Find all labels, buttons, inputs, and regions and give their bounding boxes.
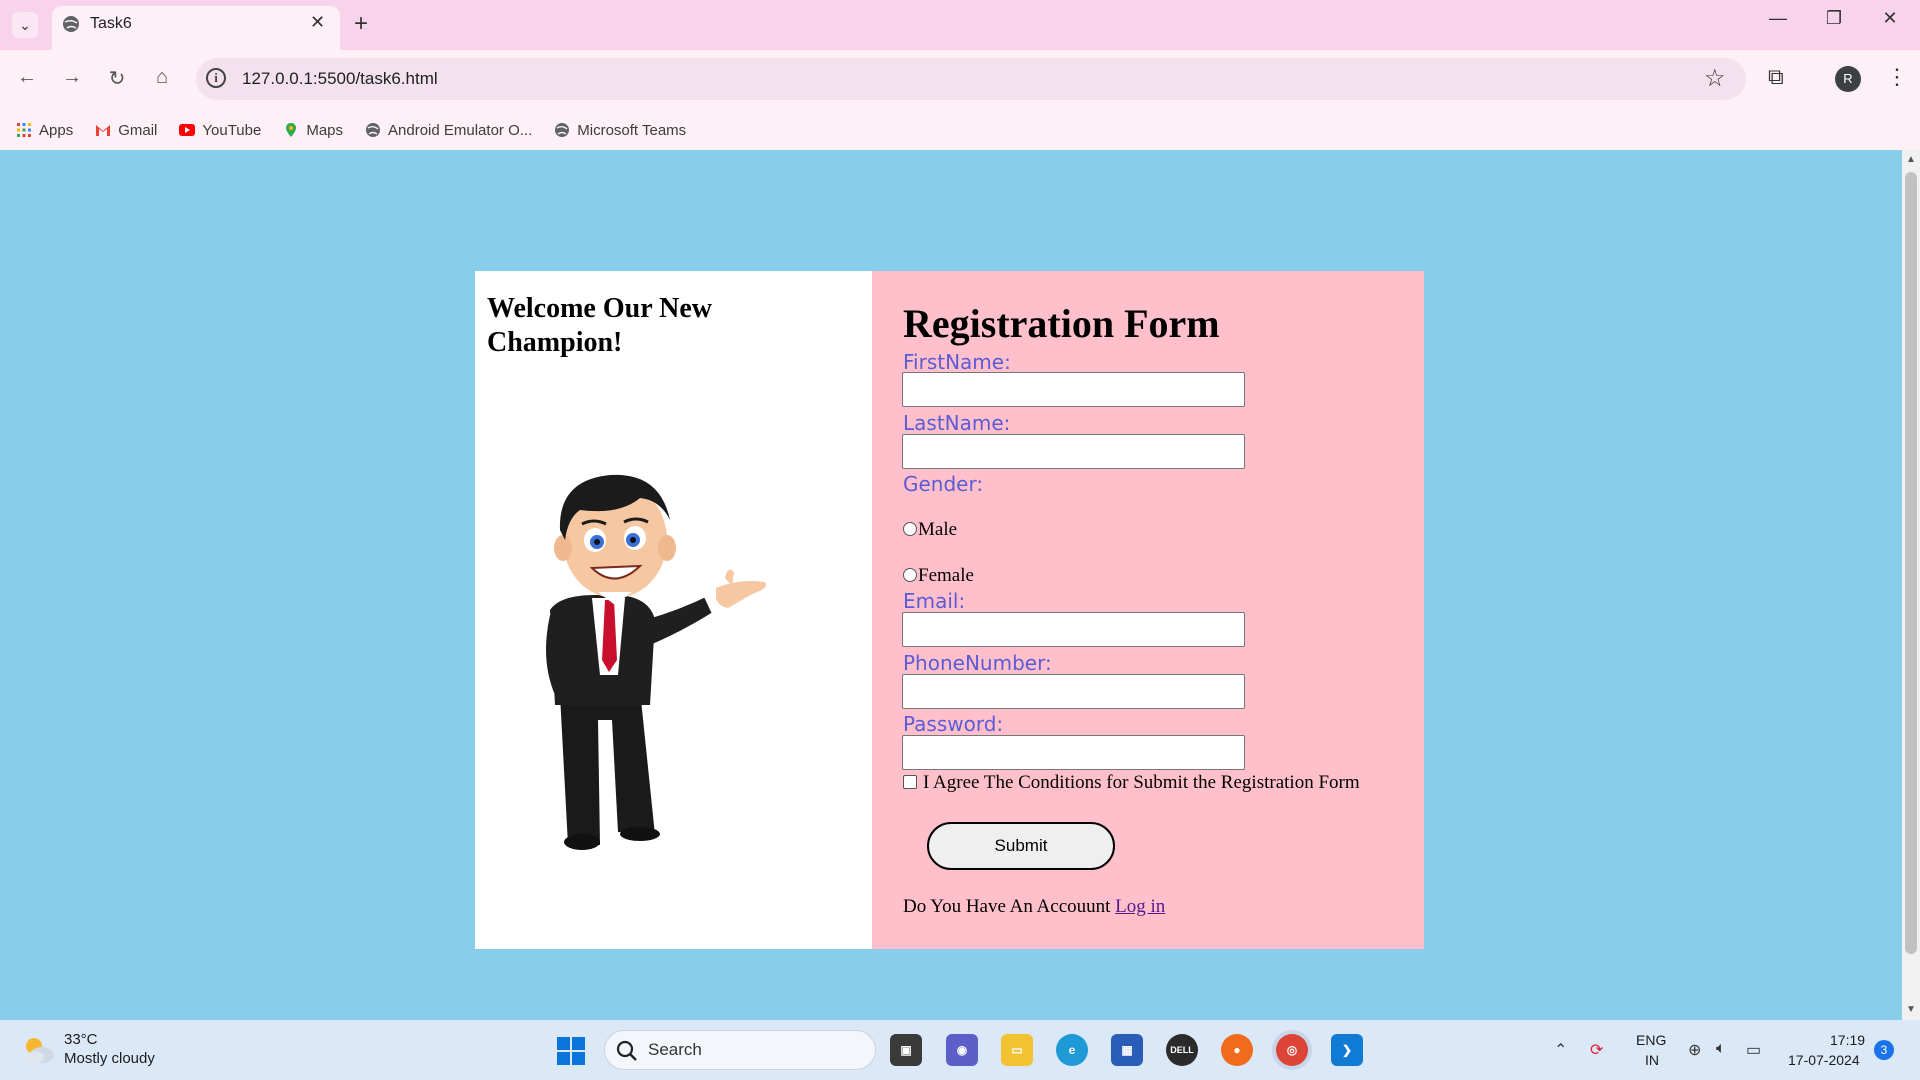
taskbar-search[interactable] <box>604 1030 876 1070</box>
region-indicator[interactable]: IN <box>1645 1052 1659 1068</box>
home-icon[interactable]: ⌂ <box>147 66 177 89</box>
weather-temperature[interactable]: 33°C <box>64 1031 98 1048</box>
maps-pin-icon <box>286 123 297 137</box>
partly-cloudy-icon <box>26 1038 54 1063</box>
account-prompt: Do You Have An Accouunt Log in <box>903 896 1165 918</box>
welcome-heading: Welcome Our New Champion! <box>487 293 712 358</box>
bookmark-label: Android Emulator O... <box>388 121 533 139</box>
phone-label: PhoneNumber: <box>903 651 1052 675</box>
minimize-icon[interactable]: — <box>1758 8 1798 29</box>
search-icon <box>616 1040 637 1061</box>
gmail-icon <box>96 125 111 136</box>
male-radio[interactable] <box>903 522 917 536</box>
url-text[interactable]: 127.0.0.1:5500/task6.html <box>242 69 438 89</box>
clock-time[interactable]: 17:19 <box>1830 1032 1865 1048</box>
password-input[interactable] <box>902 735 1245 770</box>
password-label: Password: <box>903 712 1004 736</box>
windows-start-icon[interactable] <box>556 1036 586 1066</box>
profile-avatar[interactable]: R <box>1835 66 1861 92</box>
store-icon[interactable]: ▦ <box>1111 1034 1143 1066</box>
submit-button[interactable]: Submit <box>927 822 1115 870</box>
weather-description[interactable]: Mostly cloudy <box>64 1050 155 1067</box>
female-radio[interactable] <box>903 568 917 582</box>
email-label: Email: <box>903 589 966 613</box>
male-label: Male <box>918 519 958 540</box>
bookmark-youtube[interactable]: YouTube <box>179 122 261 139</box>
reload-icon[interactable]: ↻ <box>102 66 132 91</box>
globe-icon <box>555 123 570 137</box>
login-link[interactable]: Log in <box>1115 896 1165 917</box>
gender-label: Gender: <box>903 472 984 496</box>
bookmark-label: Maps <box>306 121 344 139</box>
language-indicator[interactable]: ENG <box>1636 1032 1666 1048</box>
bookmark-label: YouTube <box>202 121 262 139</box>
scroll-up-icon[interactable]: ▲ <box>1906 154 1916 165</box>
chat-icon[interactable]: ◉ <box>946 1034 978 1066</box>
last-name-label: LastName: <box>903 411 1011 435</box>
tab-title: Task6 <box>90 15 132 32</box>
agree-checkbox[interactable] <box>903 775 917 789</box>
bookmark-android-emulator[interactable]: Android Emulator O... <box>365 122 532 139</box>
dell-icon[interactable]: DELL <box>1166 1034 1198 1066</box>
clock-date[interactable]: 17-07-2024 <box>1788 1052 1860 1068</box>
globe-icon <box>366 123 381 137</box>
volume-icon[interactable]: 🔈︎ <box>1716 1040 1726 1058</box>
chrome-icon[interactable]: ◎ <box>1276 1034 1308 1066</box>
bookmark-gmail[interactable]: Gmail <box>95 122 157 139</box>
bookmark-label: Apps <box>39 121 74 139</box>
new-tab-icon[interactable]: + <box>354 10 368 38</box>
first-name-input[interactable] <box>902 372 1245 407</box>
forward-arrow-icon[interactable]: → <box>57 66 87 89</box>
tab-search-button[interactable]: ⌄ <box>12 12 38 38</box>
restore-icon[interactable]: ❐ <box>1814 8 1854 29</box>
menu-kebab-icon[interactable]: ⋮ <box>1886 64 1908 90</box>
bookmark-maps[interactable]: Maps <box>283 122 343 139</box>
search-placeholder[interactable]: Search <box>648 1040 702 1060</box>
sync-icon[interactable]: ⟳ <box>1590 1040 1603 1060</box>
email-input[interactable] <box>902 612 1245 647</box>
bookmark-microsoft-teams[interactable]: Microsoft Teams <box>554 122 686 139</box>
bookmarks-bar: Apps Gmail YouTube Maps Android Emulator… <box>0 110 1920 150</box>
youtube-icon <box>179 124 196 136</box>
bookmark-label: Gmail <box>118 121 158 139</box>
scrollbar-thumb[interactable] <box>1905 172 1917 954</box>
close-tab-icon[interactable]: ✕ <box>310 12 325 33</box>
edge-icon[interactable]: e <box>1056 1034 1088 1066</box>
bookmark-label: Microsoft Teams <box>577 121 687 139</box>
bookmark-apps[interactable]: Apps <box>16 122 73 139</box>
phone-input[interactable] <box>902 674 1245 709</box>
account-text: Do You Have An Accouunt <box>903 896 1111 917</box>
close-window-icon[interactable]: ✕ <box>1870 8 1910 29</box>
task-view-icon[interactable]: ▣ <box>890 1034 922 1066</box>
bookmark-star-icon[interactable]: ☆ <box>1704 64 1726 93</box>
firefox-icon[interactable]: ● <box>1221 1034 1253 1066</box>
apps-grid-icon <box>17 123 31 137</box>
last-name-input[interactable] <box>902 434 1245 469</box>
network-globe-icon[interactable]: ⊕ <box>1688 1040 1701 1060</box>
site-info-icon[interactable]: i <box>206 68 226 88</box>
vscode-icon[interactable]: ❯ <box>1331 1034 1363 1066</box>
back-arrow-icon[interactable]: ← <box>12 66 42 89</box>
battery-icon[interactable]: ▭ <box>1746 1040 1761 1060</box>
extensions-icon[interactable]: ⧉ <box>1768 64 1784 90</box>
businessman-illustration <box>546 474 767 850</box>
first-name-label: FirstName: <box>903 350 1011 374</box>
agree-label: I Agree The Conditions for Submit the Re… <box>923 772 1360 793</box>
form-title: Registration Form <box>903 301 1220 346</box>
notification-badge[interactable]: 3 <box>1874 1040 1894 1060</box>
file-explorer-icon[interactable]: ▭ <box>1001 1034 1033 1066</box>
globe-icon <box>63 16 79 32</box>
show-hidden-icons-chevron-icon[interactable]: ⌃ <box>1554 1040 1567 1060</box>
female-label: Female <box>918 565 974 586</box>
scroll-down-icon[interactable]: ▼ <box>1906 1004 1916 1015</box>
